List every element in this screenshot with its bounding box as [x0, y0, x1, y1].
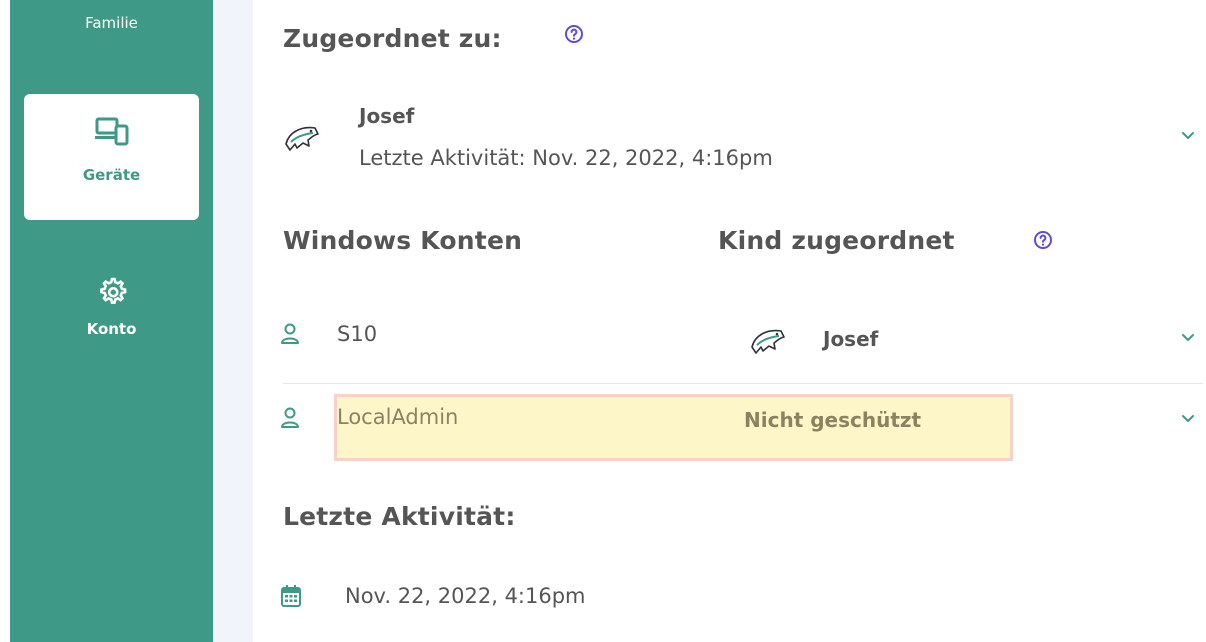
content-gutter [213, 0, 253, 642]
assigned-child-select[interactable]: Josef [823, 327, 878, 351]
help-icon[interactable] [1033, 230, 1053, 250]
last-activity-date: Nov. 22, 2022, 4:16pm [345, 584, 586, 608]
last-activity-title: Letzte Aktivität: [283, 502, 516, 531]
sidebar-item-geraete[interactable]: Geräte [24, 94, 199, 220]
assigned-child-select[interactable]: Nicht geschützt [744, 408, 921, 432]
child-assigned-header: Kind zugeordnet [718, 226, 955, 255]
sidebar-item-label: Geräte [82, 166, 141, 184]
chevron-down-icon[interactable] [1180, 333, 1196, 343]
assigned-title: Zugeordnet zu: [283, 24, 502, 53]
sidebar-item-konto[interactable]: Konto [10, 276, 213, 338]
assigned-last-activity: Letzte Aktivität: Nov. 22, 2022, 4:16pm [359, 146, 773, 170]
child-avatar [285, 126, 319, 151]
sidebar: Familie Geräte Konto [10, 0, 213, 642]
windows-account-name: S10 [337, 322, 378, 346]
user-icon [281, 407, 299, 428]
user-icon [281, 323, 299, 344]
gear-icon [99, 277, 126, 304]
chevron-down-icon[interactable] [1180, 131, 1196, 141]
page-edge [0, 0, 10, 642]
sidebar-item-familie[interactable]: Familie [10, 14, 213, 32]
calendar-icon [281, 585, 301, 607]
windows-accounts-header: Windows Konten [283, 226, 523, 255]
assigned-child-name: Josef [359, 104, 415, 128]
device-detail: Zugeordnet zu: Josef Letzte Aktivität: N… [253, 0, 1206, 642]
chevron-down-icon[interactable] [1180, 414, 1196, 424]
sidebar-item-label: Konto [86, 320, 137, 338]
child-avatar [751, 329, 785, 354]
row-divider [283, 383, 1203, 384]
help-icon[interactable] [564, 24, 584, 44]
devices-icon [95, 117, 129, 146]
windows-account-name: LocalAdmin [337, 405, 459, 429]
